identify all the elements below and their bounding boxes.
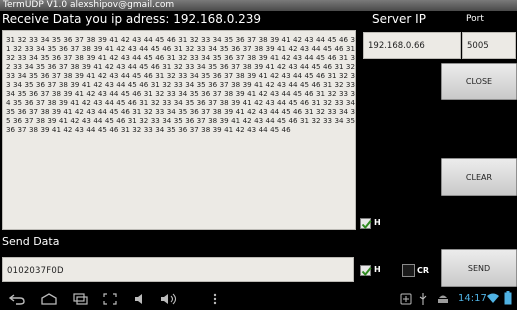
receive-data-label: Receive Data you ip adress: 192.168.0.23… [2, 12, 262, 26]
window-title: TermUDP V1.0 alexshipov@gmail.com [3, 0, 175, 10]
receive-hex-checkbox[interactable] [360, 218, 372, 230]
android-icon[interactable] [436, 293, 450, 305]
volume-up-icon[interactable] [160, 293, 178, 305]
send-data-value: 0102037F0D [7, 266, 64, 276]
send-hex-checkbox[interactable] [360, 265, 372, 277]
checkmark-icon [361, 220, 372, 230]
home-icon[interactable] [40, 293, 58, 305]
port-input[interactable]: 5005 [462, 32, 516, 59]
menu-dots-icon[interactable] [210, 293, 220, 305]
close-button[interactable]: CLOSE [441, 63, 517, 100]
notification-icon[interactable] [400, 293, 412, 305]
receive-data-area[interactable]: 31 32 33 34 35 36 37 38 39 41 42 43 44 4… [2, 30, 356, 230]
volume-down-icon[interactable] [134, 293, 148, 305]
port-label: Port [466, 14, 484, 24]
send-data-input[interactable]: 0102037F0D [2, 257, 354, 282]
server-ip-label: Server IP [372, 12, 426, 26]
recent-apps-icon[interactable] [72, 293, 90, 305]
checkmark-icon [361, 267, 372, 277]
cr-label: CR [417, 266, 430, 275]
port-value: 5005 [467, 41, 489, 51]
back-icon[interactable] [8, 293, 26, 305]
system-nav-bar: 14:17 [0, 288, 517, 310]
cr-checkbox[interactable] [402, 264, 415, 277]
title-bar: TermUDP V1.0 alexshipov@gmail.com [0, 0, 517, 11]
screenshot-icon[interactable] [103, 293, 117, 305]
receive-data-text: 31 32 33 34 35 36 37 38 39 41 42 43 44 4… [6, 35, 355, 135]
server-ip-input[interactable]: 192.168.0.66 [363, 32, 461, 59]
server-ip-value: 192.168.0.66 [368, 41, 425, 51]
send-data-label: Send Data [2, 235, 60, 248]
usb-icon[interactable] [419, 293, 427, 305]
wifi-icon [487, 293, 499, 303]
receive-hex-label: H [374, 218, 381, 227]
clock: 14:17 [458, 293, 487, 304]
clear-button[interactable]: CLEAR [441, 158, 517, 196]
battery-icon [504, 291, 512, 305]
send-button[interactable]: SEND [441, 249, 517, 287]
send-hex-label: H [374, 265, 381, 274]
